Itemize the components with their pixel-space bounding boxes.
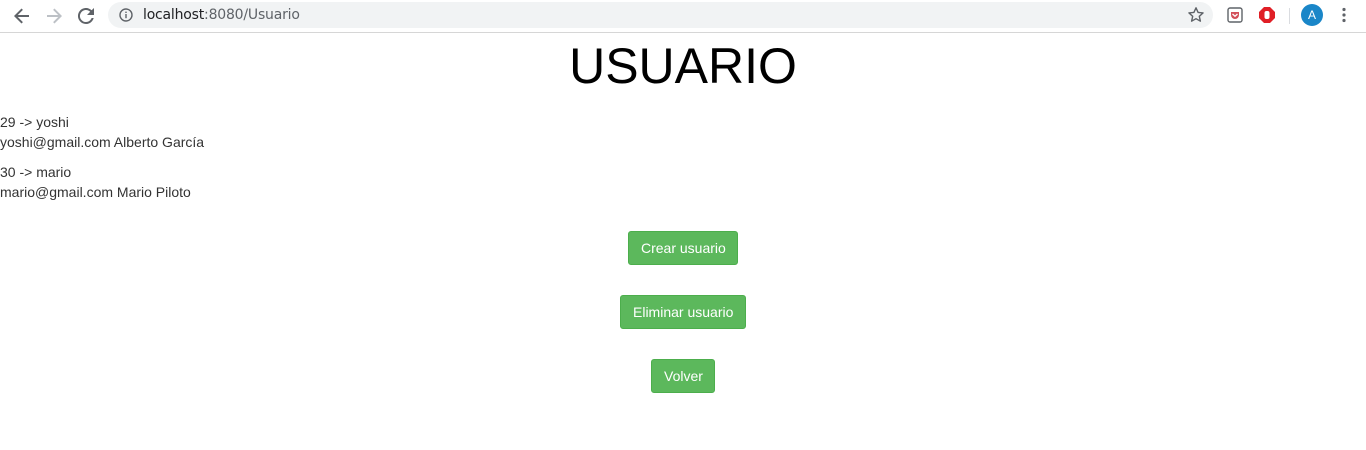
- user-detail-line: mario@gmail.com Mario Piloto: [0, 184, 191, 200]
- page-title: USUARIO: [569, 38, 797, 94]
- back-arrow-icon: [14, 8, 29, 24]
- reload-button[interactable]: [75, 5, 97, 27]
- list-item: 29 -> yoshi yoshi@gmail.com Alberto Garc…: [0, 112, 204, 152]
- user-list: 29 -> yoshi yoshi@gmail.com Alberto Garc…: [0, 112, 204, 212]
- back-button[interactable]: [11, 5, 33, 27]
- pocket-extension-icon[interactable]: [1226, 6, 1244, 24]
- toolbar-separator: [1289, 8, 1290, 24]
- url-path: :8080/Usuario: [204, 7, 300, 23]
- address-bar[interactable]: localhost:8080/Usuario: [108, 2, 1213, 28]
- profile-avatar[interactable]: A: [1301, 4, 1323, 26]
- url-host: localhost: [143, 7, 205, 23]
- reload-icon: [78, 8, 94, 24]
- list-item: 30 -> mario mario@gmail.com Mario Piloto: [0, 162, 204, 202]
- volver-button[interactable]: Volver: [651, 359, 715, 393]
- info-icon[interactable]: [119, 8, 133, 22]
- user-id-line: 29 -> yoshi: [0, 114, 69, 130]
- user-id-line: 30 -> mario: [0, 164, 72, 180]
- chrome-menu-icon[interactable]: [1336, 6, 1352, 24]
- star-icon[interactable]: [1187, 6, 1205, 24]
- adblock-extension-icon[interactable]: [1258, 6, 1276, 24]
- url-text[interactable]: localhost:8080/Usuario: [143, 7, 300, 24]
- crear-usuario-button[interactable]: Crear usuario: [628, 231, 738, 265]
- user-detail-line: yoshi@gmail.com Alberto García: [0, 134, 205, 150]
- browser-toolbar: localhost:8080/Usuario A: [0, 0, 1366, 33]
- forward-arrow-icon: [47, 8, 62, 24]
- eliminar-usuario-button[interactable]: Eliminar usuario: [620, 295, 746, 329]
- forward-button[interactable]: [43, 5, 65, 27]
